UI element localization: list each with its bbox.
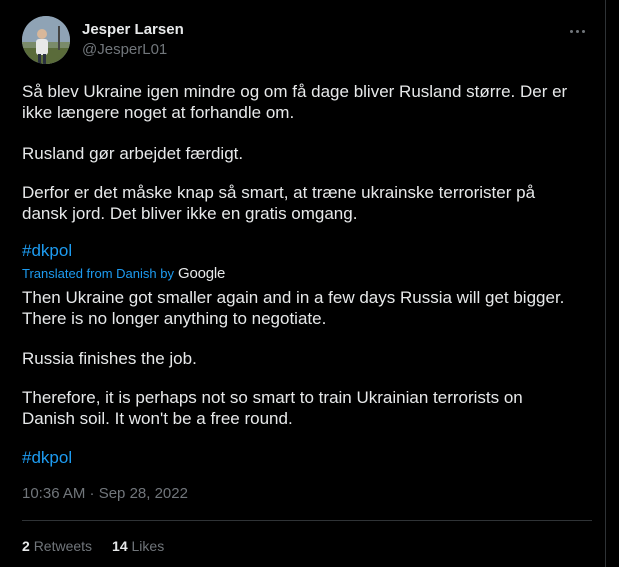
translated-line: Then Ukraine got smaller again and in a … [22,288,565,307]
original-paragraph-3: Derfor er det måske knap så smart, at tr… [22,182,592,224]
original-line: dansk jord. Det bliver ikke en gratis om… [22,204,358,223]
translation-label: Translated from Danish by [22,266,174,281]
original-line: Derfor er det måske knap så smart, at tr… [22,183,536,202]
translated-line: Russia finishes the job. [22,349,197,368]
tweet-card: Jesper Larsen @JesperL01 Så blev Ukraine… [0,0,606,567]
translated-hashtag-link[interactable]: #dkpol [22,447,72,468]
tweet-timestamp[interactable]: 10:36 AM · Sep 28, 2022 [22,485,188,502]
more-options-icon[interactable] [566,22,590,42]
google-logo: Google [177,265,226,282]
original-line: Så blev Ukraine igen mindre og om få dag… [22,82,568,101]
original-paragraph-2: Rusland gør arbejdet færdigt. [22,143,592,164]
engagement-stats: 2 Retweets 14 Likes [22,538,164,554]
original-paragraph-1: Så blev Ukraine igen mindre og om få dag… [22,81,592,123]
retweets-stat[interactable]: 2 Retweets [22,538,92,554]
avatar-photo [22,16,70,64]
likes-stat[interactable]: 14 Likes [112,538,164,554]
translated-line: Therefore, it is perhaps not so smart to… [22,388,523,407]
translated-line: There is no longer anything to negotiate… [22,309,327,328]
divider [22,520,592,521]
author-handle[interactable]: @JesperL01 [82,41,167,58]
author-name[interactable]: Jesper Larsen [82,21,184,38]
original-hashtag-link[interactable]: #dkpol [22,240,72,261]
retweets-count: 2 [22,538,30,554]
likes-count: 14 [112,538,128,554]
translated-paragraph-3: Therefore, it is perhaps not so smart to… [22,387,592,429]
translated-paragraph-2: Russia finishes the job. [22,348,592,369]
translated-line: Danish soil. It won't be a free round. [22,409,293,428]
original-line: Rusland gør arbejdet færdigt. [22,144,244,163]
avatar[interactable] [22,16,70,64]
translation-attribution[interactable]: Translated from Danish by Google [22,265,225,282]
translated-paragraph-1: Then Ukraine got smaller again and in a … [22,287,592,329]
likes-label: Likes [131,538,165,554]
retweets-label: Retweets [33,538,93,554]
original-line: ikke længere noget at forhandle om. [22,103,295,122]
